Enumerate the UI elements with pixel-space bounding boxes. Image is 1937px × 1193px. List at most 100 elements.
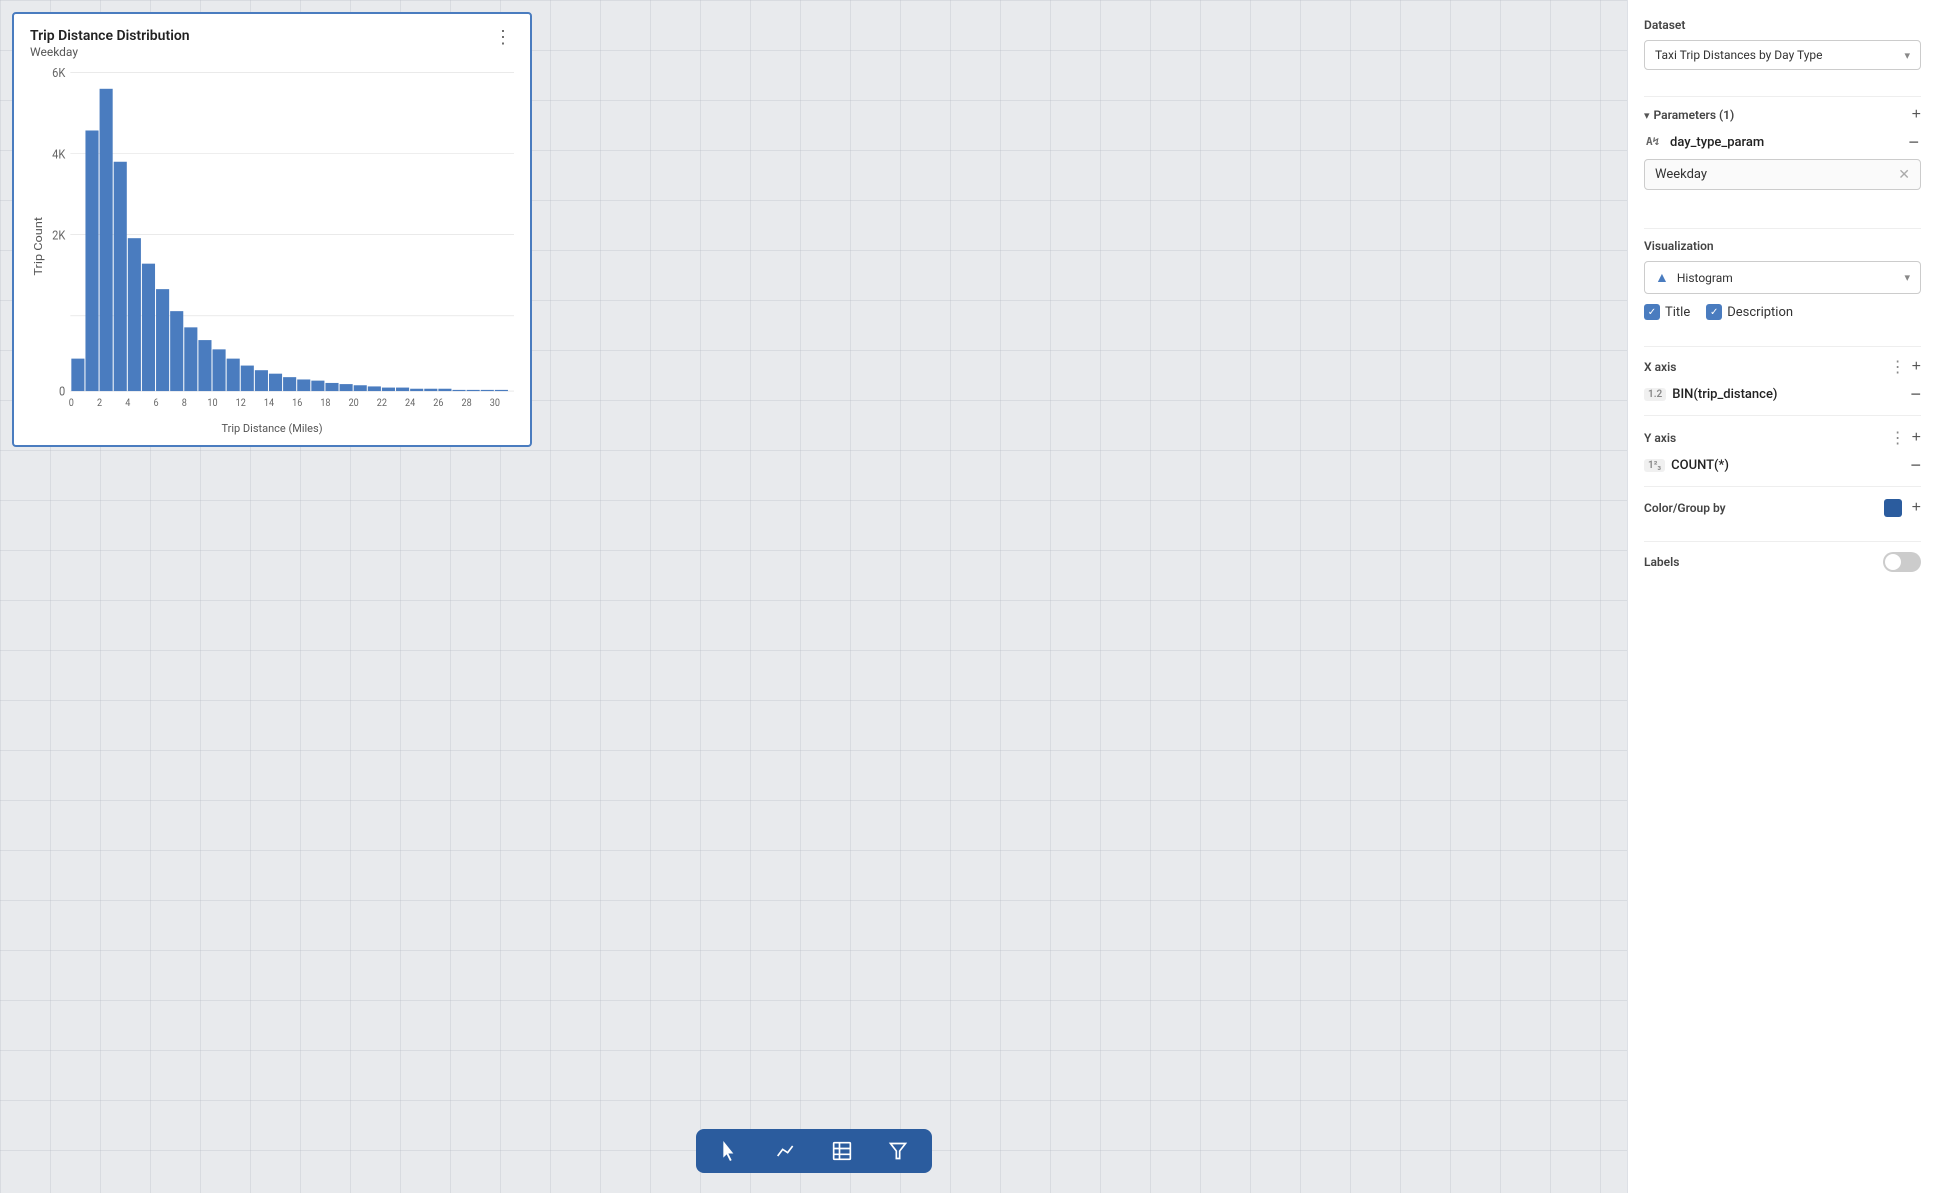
main-canvas: Trip Distance Distribution Weekday ⋮ 6K … — [0, 0, 1627, 1193]
visualization-label: Visualization — [1644, 239, 1921, 253]
visualization-section: Visualization ▲ Histogram ▾ ✓ Title ✓ De… — [1644, 239, 1921, 320]
y-axis-section-label: Y axis — [1644, 431, 1676, 445]
color-group-label: Color/Group by — [1644, 501, 1726, 515]
x-axis-section-label: X axis — [1644, 360, 1676, 374]
table-icon — [832, 1141, 852, 1161]
line-chart-icon — [776, 1141, 796, 1161]
dataset-dropdown-value: Taxi Trip Distances by Day Type — [1655, 48, 1823, 62]
param-row: A↯ day_type_param − — [1644, 133, 1921, 151]
color-group-add-button[interactable]: + — [1912, 500, 1921, 516]
dataset-dropdown[interactable]: Taxi Trip Distances by Day Type ▾ — [1644, 40, 1921, 70]
cursor-tool-button[interactable] — [712, 1137, 748, 1165]
dataset-section: Dataset Taxi Trip Distances by Day Type … — [1644, 18, 1921, 70]
svg-text:0: 0 — [59, 384, 66, 399]
filter-icon — [888, 1141, 908, 1161]
chart-header: Trip Distance Distribution Weekday ⋮ — [30, 28, 514, 59]
histogram-svg: 6K 4K 2K 0 Trip Count — [30, 61, 514, 420]
labels-section: Labels — [1644, 552, 1921, 572]
chart-title: Trip Distance Distribution — [30, 28, 190, 44]
histogram-container: 6K 4K 2K 0 Trip Count — [30, 61, 514, 420]
viz-dropdown-arrow: ▾ — [1904, 271, 1910, 284]
y-axis-header: Y axis ⋮ + — [1644, 428, 1921, 448]
line-chart-tool-button[interactable] — [768, 1137, 804, 1165]
viz-type-label: Histogram — [1677, 271, 1733, 285]
x-field-name: BIN(trip_distance) — [1672, 387, 1777, 402]
chart-titles: Trip Distance Distribution Weekday — [30, 28, 190, 59]
labels-toggle-knob — [1885, 554, 1901, 570]
svg-text:30: 30 — [490, 398, 500, 410]
y-axis-add-button[interactable]: + — [1912, 430, 1921, 446]
param-name-row: A↯ day_type_param — [1646, 134, 1764, 151]
parameters-collapse-arrow[interactable]: ▾ — [1644, 109, 1650, 122]
viz-type-left: ▲ Histogram — [1655, 269, 1733, 286]
y-field-name: COUNT(*) — [1671, 458, 1729, 473]
viz-type-dropdown[interactable]: ▲ Histogram ▾ — [1644, 261, 1921, 294]
svg-text:28: 28 — [462, 398, 472, 410]
dataset-section-label: Dataset — [1644, 18, 1921, 32]
y-axis-menu-button[interactable]: ⋮ — [1890, 428, 1906, 448]
svg-text:4K: 4K — [52, 147, 66, 162]
dataset-dropdown-arrow: ▾ — [1904, 49, 1910, 62]
x-axis-field-left: 1.2 BIN(trip_distance) — [1644, 387, 1777, 402]
x-field-type-badge: 1.2 — [1644, 388, 1666, 401]
param-type-svg: A↯ — [1646, 134, 1664, 148]
param-type-icon: A↯ — [1646, 134, 1664, 151]
param-clear-button[interactable]: ✕ — [1898, 166, 1910, 183]
title-checkbox-item[interactable]: ✓ Title — [1644, 304, 1690, 320]
description-checkbox[interactable]: ✓ — [1706, 304, 1722, 320]
svg-text:Trip Count: Trip Count — [32, 217, 45, 276]
parameters-label: Parameters (1) — [1654, 108, 1735, 122]
x-axis-add-button[interactable]: + — [1912, 359, 1921, 375]
labels-section-label: Labels — [1644, 555, 1679, 569]
checkbox-row: ✓ Title ✓ Description — [1644, 304, 1921, 320]
param-value-text: Weekday — [1655, 167, 1707, 182]
title-checkbox-label: Title — [1665, 305, 1690, 320]
param-remove-button[interactable]: − — [1908, 133, 1919, 151]
color-swatch[interactable] — [1884, 499, 1902, 517]
svg-text:6: 6 — [153, 398, 159, 410]
y-axis-field-row: 1²₃ COUNT(*) − — [1644, 456, 1921, 474]
parameters-section: ▾ Parameters (1) + A↯ day_type_param − W… — [1644, 107, 1921, 202]
chart-card: Trip Distance Distribution Weekday ⋮ 6K … — [12, 12, 532, 447]
y-field-remove-button[interactable]: − — [1910, 456, 1921, 474]
divider-1 — [1644, 96, 1921, 97]
cursor-icon — [720, 1141, 740, 1161]
y-axis-section: Y axis ⋮ + 1²₃ COUNT(*) − — [1644, 428, 1921, 487]
divider-4 — [1644, 541, 1921, 542]
param-value-row[interactable]: Weekday ✕ — [1644, 159, 1921, 190]
chart-menu-button[interactable]: ⋮ — [492, 28, 514, 46]
y-field-type-badge: 1²₃ — [1644, 459, 1665, 472]
parameters-header: ▾ Parameters (1) + — [1644, 107, 1921, 123]
x-axis-header: X axis ⋮ + — [1644, 357, 1921, 377]
x-axis-field-row: 1.2 BIN(trip_distance) − — [1644, 385, 1921, 403]
filter-tool-button[interactable] — [880, 1137, 916, 1165]
svg-text:2: 2 — [97, 398, 103, 410]
x-axis-section: X axis ⋮ + 1.2 BIN(trip_distance) − — [1644, 357, 1921, 416]
svg-text:2K: 2K — [52, 228, 66, 243]
y-axis-field-left: 1²₃ COUNT(*) — [1644, 458, 1729, 473]
svg-text:0: 0 — [69, 398, 74, 410]
svg-text:10: 10 — [207, 398, 217, 410]
svg-text:18: 18 — [320, 398, 330, 410]
labels-toggle[interactable] — [1883, 552, 1921, 572]
divider-3 — [1644, 346, 1921, 347]
x-axis-menu-button[interactable]: ⋮ — [1890, 357, 1906, 377]
x-field-remove-button[interactable]: − — [1910, 385, 1921, 403]
divider-2 — [1644, 228, 1921, 229]
svg-text:16: 16 — [292, 398, 303, 410]
svg-text:A↯: A↯ — [1646, 135, 1660, 148]
title-checkbox[interactable]: ✓ — [1644, 304, 1660, 320]
table-tool-button[interactable] — [824, 1137, 860, 1165]
svg-text:4: 4 — [125, 398, 131, 410]
svg-text:12: 12 — [236, 398, 247, 410]
param-name-label: day_type_param — [1670, 135, 1764, 150]
parameters-add-button[interactable]: + — [1912, 107, 1921, 123]
svg-text:20: 20 — [349, 398, 359, 410]
color-group-right: + — [1884, 499, 1921, 517]
description-checkbox-item[interactable]: ✓ Description — [1706, 304, 1793, 320]
histogram-icon: ▲ — [1655, 269, 1669, 286]
chart-subtitle: Weekday — [30, 45, 190, 59]
color-group-section: Color/Group by + — [1644, 499, 1921, 517]
svg-text:24: 24 — [405, 398, 416, 410]
svg-text:14: 14 — [264, 398, 275, 410]
